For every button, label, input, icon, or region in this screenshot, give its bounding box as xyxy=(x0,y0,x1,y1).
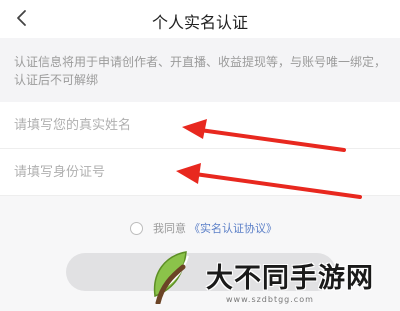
name-input[interactable] xyxy=(14,114,374,136)
agreement-prefix: 我同意 xyxy=(153,222,186,235)
name-field xyxy=(0,102,400,149)
notice-text: 认证信息将用于申请创作者、开直播、收益提现等，与账号唯一绑定，认证后不可解绑 xyxy=(14,55,387,87)
agreement-row: 我同意 《实名认证协议》 xyxy=(130,219,277,237)
agreement-radio[interactable] xyxy=(130,221,143,235)
watermark-text: 大不同手游网 xyxy=(206,263,374,294)
id-number-input[interactable] xyxy=(14,161,374,183)
notice-banner: 认证信息将用于申请创作者、开直播、收益提现等，与账号唯一绑定，认证后不可解绑 xyxy=(0,38,400,102)
nav-bar: 个人实名认证 xyxy=(0,0,400,38)
page-title: 个人实名认证 xyxy=(151,13,248,32)
watermark-url: www.szdbtgg.com xyxy=(226,295,314,304)
leaf-logo-icon xyxy=(153,251,189,304)
id-number-field xyxy=(0,149,400,196)
agreement-link[interactable]: 《实名认证协议》 xyxy=(189,220,277,236)
